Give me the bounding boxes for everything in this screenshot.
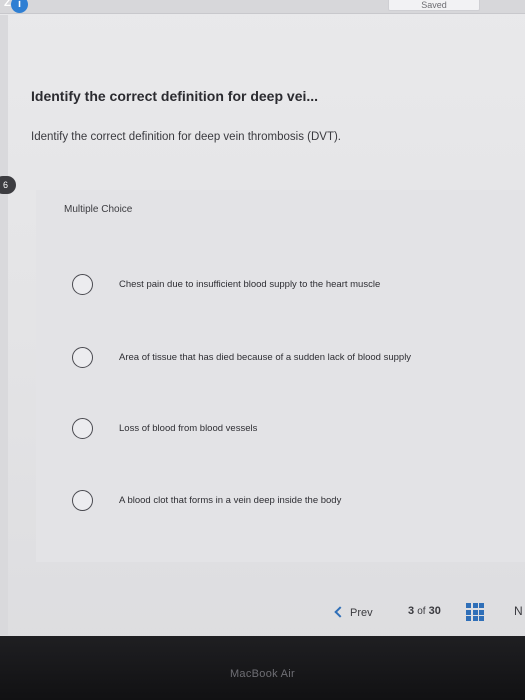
radio-button-icon[interactable] (72, 274, 93, 295)
grid-cell (479, 609, 484, 615)
grid-cell (472, 609, 478, 615)
current-page: 3 (408, 605, 415, 617)
radio-button-icon[interactable] (72, 418, 93, 439)
page-indicator: 3 of 30 (408, 605, 441, 617)
grid-cell (466, 609, 471, 615)
saved-status: Saved (388, 0, 480, 11)
radio-button-icon[interactable] (72, 347, 93, 368)
grid-cell (472, 616, 478, 621)
prev-label: Prev (350, 607, 373, 619)
answer-option[interactable]: Chest pain due to insufficient blood sup… (36, 248, 525, 308)
of-label: of (417, 606, 426, 617)
grid-cell (466, 616, 471, 621)
chevron-left-icon (334, 606, 346, 618)
grid-cell (472, 603, 478, 608)
answer-option[interactable]: Loss of blood from blood vessels (36, 392, 525, 452)
question-type-label: Multiple Choice (64, 204, 133, 215)
question-title: Identify the correct definition for deep… (31, 88, 319, 104)
next-button[interactable]: N (514, 604, 523, 618)
question-number-badge: 6 (0, 176, 16, 194)
grid-cell (479, 603, 484, 608)
info-badge-icon[interactable]: i (11, 0, 28, 13)
answer-option-label: Area of tissue that has died because of … (119, 352, 412, 363)
top-bar: Z i Saved (0, 0, 525, 14)
answer-option-label: Loss of blood from blood vessels (119, 423, 258, 434)
radio-button-icon[interactable] (72, 490, 93, 511)
grid-icon[interactable] (466, 603, 484, 621)
grid-cell (479, 616, 484, 621)
prev-button[interactable]: Prev (328, 602, 386, 624)
device-label: MacBook Air (229, 668, 296, 680)
grid-cell (466, 603, 471, 608)
answer-option-label: A blood clot that forms in a vein deep i… (119, 495, 342, 506)
question-text: Identify the correct definition for deep… (31, 131, 342, 143)
left-sidebar-edge (0, 15, 8, 635)
answer-option-label: Chest pain due to insufficient blood sup… (119, 279, 381, 290)
total-pages: 30 (428, 605, 441, 617)
answer-option[interactable]: A blood clot that forms in a vein deep i… (36, 464, 525, 524)
badge-prefix: Z (4, 0, 11, 9)
answer-option[interactable]: Area of tissue that has died because of … (36, 321, 525, 381)
